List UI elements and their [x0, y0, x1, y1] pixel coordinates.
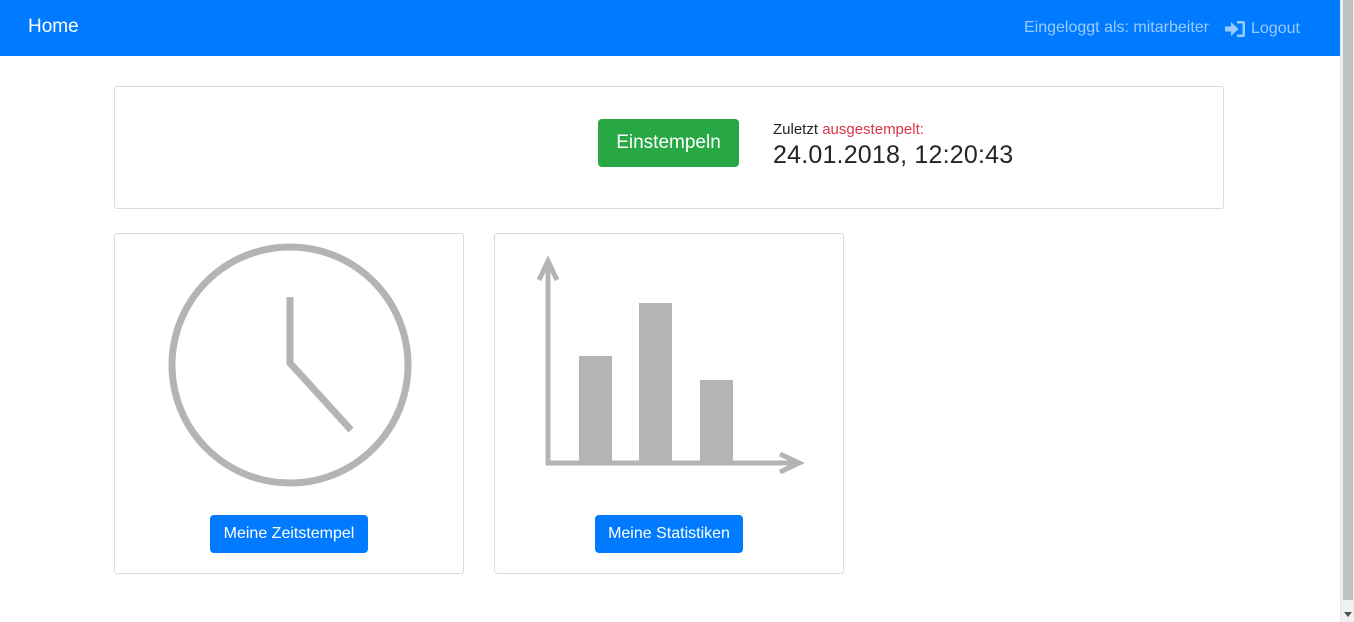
sign-in-icon [1225, 21, 1245, 37]
statistics-card: Meine Statistiken [494, 233, 844, 574]
scroll-down-arrow-icon[interactable] [1341, 606, 1354, 622]
clock-icon [168, 243, 412, 487]
my-timestamps-button[interactable]: Meine Zeitstempel [210, 515, 368, 553]
last-stamp-datetime: 24.01.2018, 12:20:43 [773, 141, 1014, 169]
navbar: Home Eingeloggt als: mitarbeiter Logout [0, 0, 1340, 56]
logged-in-user: Eingeloggt als: mitarbeiter [1024, 19, 1209, 36]
logout-label: Logout [1251, 20, 1300, 37]
last-stamp-status: ausgestempelt: [822, 121, 924, 138]
logout-link[interactable]: Logout [1224, 17, 1300, 41]
last-stamp-label: Zuletzt ausgestempelt: [773, 121, 1013, 138]
stamp-card: Einstempeln Zuletzt ausgestempelt: 24.01… [114, 86, 1224, 209]
timestamps-card: Meine Zeitstempel [114, 233, 464, 574]
stamp-in-button[interactable]: Einstempeln [598, 119, 739, 167]
last-stamp-info: Zuletzt ausgestempelt: 24.01.2018, 12:20… [773, 121, 1013, 170]
brand-home-link[interactable]: Home [28, 16, 79, 38]
bar-chart-icon [536, 255, 805, 475]
my-statistics-button[interactable]: Meine Statistiken [595, 515, 743, 553]
last-stamp-prefix: Zuletzt [773, 121, 819, 138]
page: Home Eingeloggt als: mitarbeiter Logout … [0, 0, 1354, 622]
scrollbar-thumb[interactable] [1343, 0, 1353, 600]
vertical-scrollbar[interactable] [1340, 0, 1354, 622]
